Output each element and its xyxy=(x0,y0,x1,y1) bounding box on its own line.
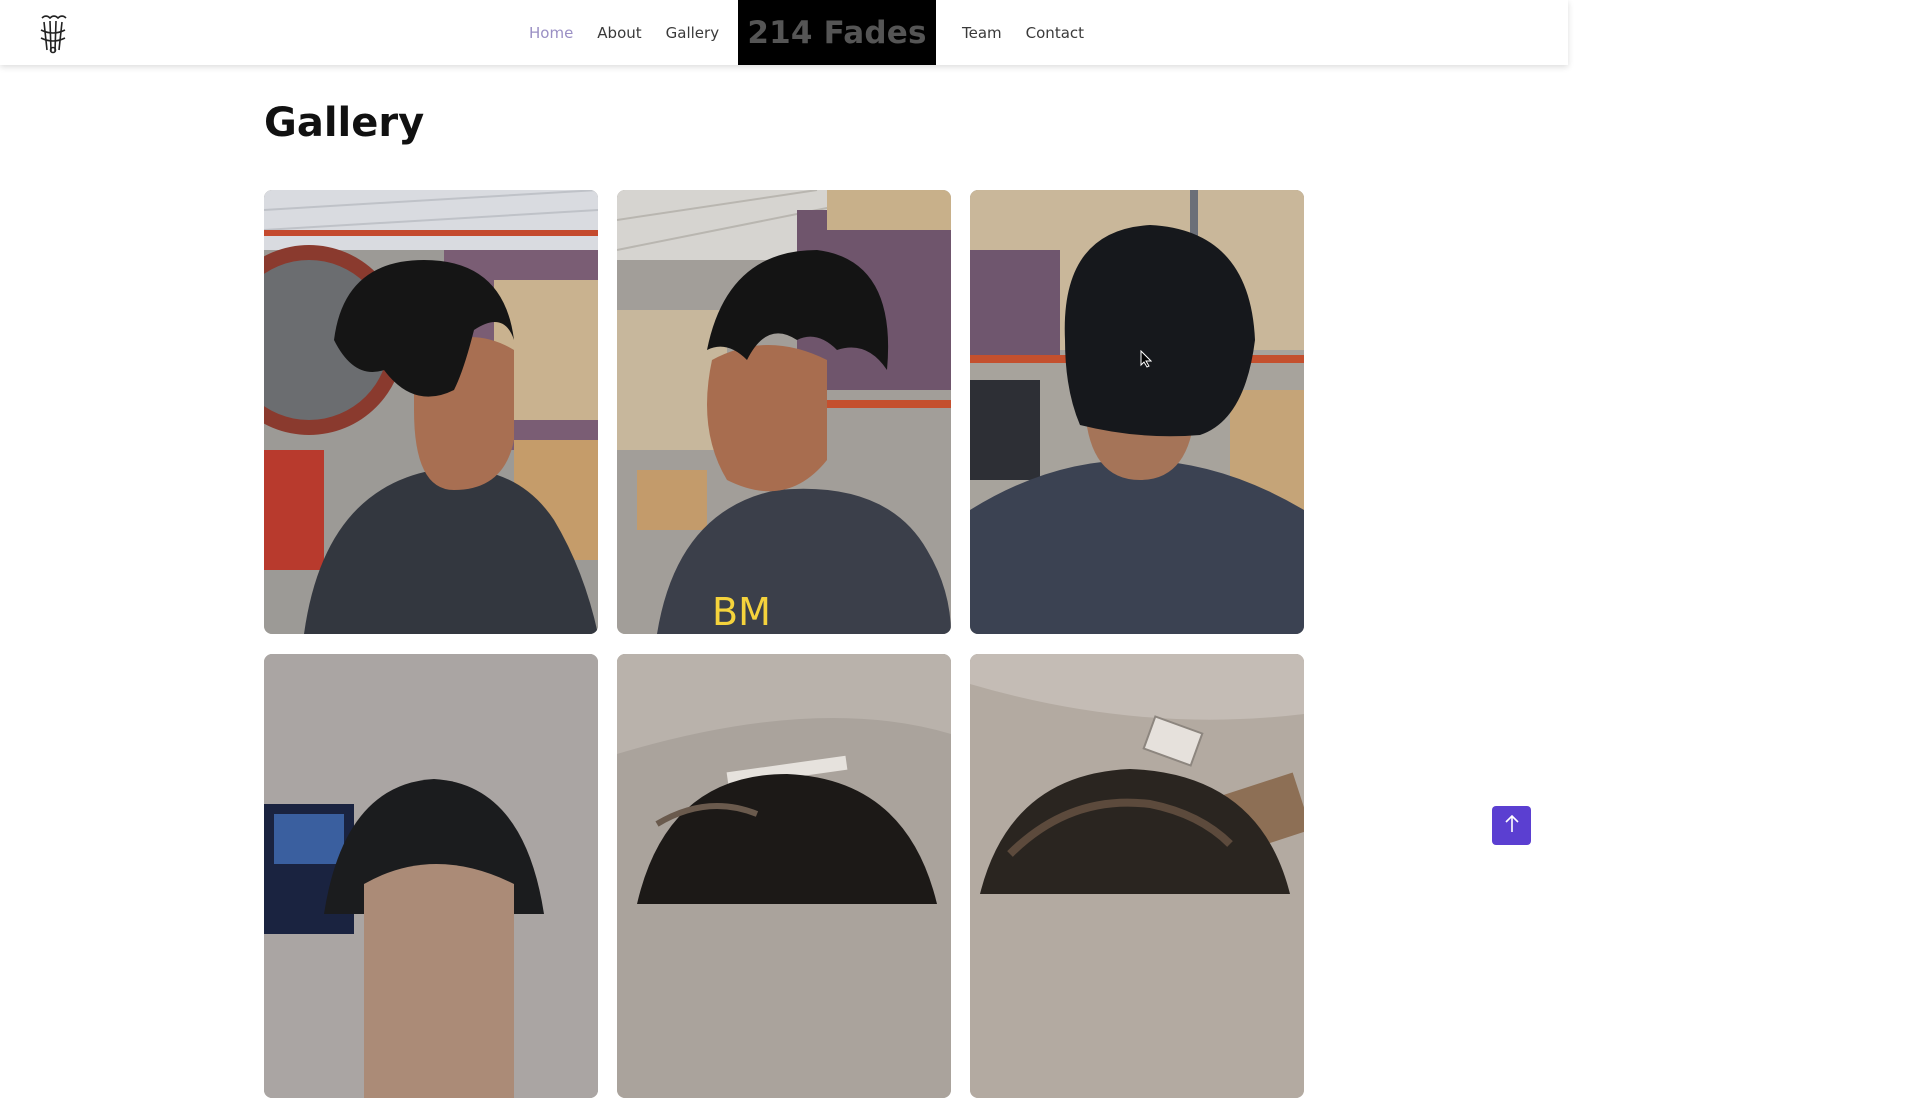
primary-nav-left: Home About Gallery xyxy=(517,0,731,65)
gallery-photo[interactable] xyxy=(264,654,598,1098)
gallery-photo[interactable]: BM xyxy=(617,190,951,634)
nav-link-contact[interactable]: Contact xyxy=(1026,24,1084,42)
gallery-photo[interactable] xyxy=(970,654,1304,1098)
scroll-to-top-button[interactable] xyxy=(1492,806,1531,845)
primary-nav-right: Team Contact xyxy=(950,0,1096,65)
nav-link-gallery[interactable]: Gallery xyxy=(666,24,719,42)
photo-gallery: BM xyxy=(264,190,1304,1098)
mouse-cursor-icon xyxy=(1140,349,1153,368)
barbershop-logo-icon[interactable] xyxy=(36,12,70,54)
gallery-photo[interactable] xyxy=(264,190,598,634)
brand-title[interactable]: 214 Fades xyxy=(738,0,936,65)
gallery-photo[interactable] xyxy=(617,654,951,1098)
nav-link-team[interactable]: Team xyxy=(962,24,1002,42)
page-title: Gallery xyxy=(264,100,425,146)
nav-link-home[interactable]: Home xyxy=(529,24,573,42)
gallery-photo[interactable] xyxy=(970,190,1304,634)
arrow-up-icon xyxy=(1504,814,1519,837)
nav-link-about[interactable]: About xyxy=(597,24,641,42)
site-header: Home About Gallery 214 Fades Team Contac… xyxy=(0,0,1568,65)
svg-text:BM: BM xyxy=(712,590,771,634)
